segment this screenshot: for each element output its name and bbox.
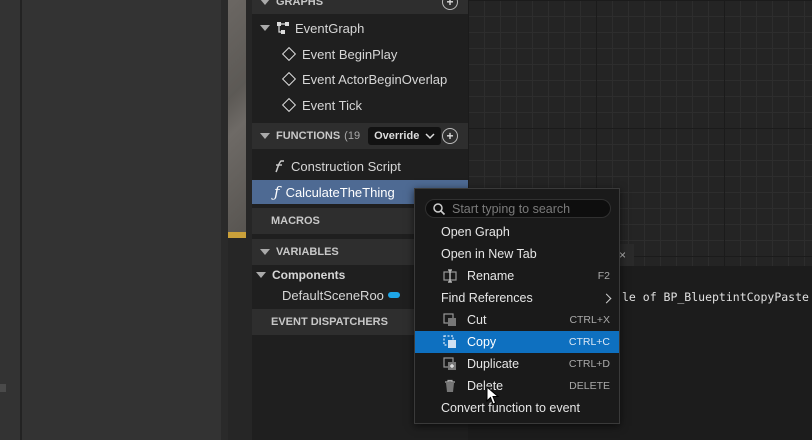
tree-item-event-graph[interactable]: EventGraph — [252, 16, 468, 40]
event-label: Event ActorBeginOverlap — [302, 71, 448, 87]
panel-gap — [228, 238, 252, 440]
graphs-header-label: GRAPHS — [276, 0, 324, 8]
menu-item-rename[interactable]: Rename F2 — [415, 265, 619, 287]
expand-triangle-icon[interactable] — [256, 272, 266, 278]
menu-item-cut[interactable]: Cut CTRL+X — [415, 309, 619, 331]
menu-item-shortcut: CTRL+D — [568, 358, 610, 370]
macros-header-label: MACROS — [271, 215, 320, 227]
cut-icon — [443, 313, 457, 327]
event-graph-label: EventGraph — [295, 20, 365, 36]
menu-search-input[interactable] — [452, 201, 602, 216]
event-label: Event Tick — [302, 97, 362, 113]
menu-item-delete[interactable]: Delete DELETE — [415, 375, 619, 397]
mouse-cursor-icon — [486, 386, 500, 405]
menu-item-shortcut: F2 — [597, 270, 610, 282]
menu-item-label: Open in New Tab — [441, 247, 537, 261]
add-function-icon[interactable]: + — [442, 128, 458, 144]
collapse-triangle-icon[interactable] — [260, 0, 270, 5]
function-label: Construction Script — [291, 158, 401, 174]
duplicate-icon — [443, 357, 457, 371]
expand-triangle-icon[interactable] — [260, 25, 270, 31]
context-menu: Open Graph Open in New Tab Rename F2 Fin… — [414, 188, 620, 424]
menu-item-copy[interactable]: Copy CTRL+C — [415, 331, 619, 353]
menu-item-label: Duplicate — [467, 357, 520, 371]
event-diamond-icon — [281, 97, 297, 113]
viewport-preview — [228, 0, 246, 238]
menu-item-label: Open Graph — [441, 225, 510, 239]
graphs-section-header[interactable]: GRAPHS + — [252, 0, 468, 14]
functions-header-label: FUNCTIONS — [276, 130, 341, 142]
tree-item-construction-script[interactable]: Construction Script — [252, 154, 468, 178]
menu-item-shortcut: CTRL+C — [568, 336, 610, 348]
menu-item-duplicate[interactable]: Duplicate CTRL+D — [415, 353, 619, 375]
tree-item-event-tick[interactable]: Event Tick — [252, 93, 468, 117]
log-line: le of BP_BlueptintCopyPaste — [622, 290, 809, 304]
event-dispatchers-header-label: EVENT DISPATCHERS — [271, 316, 388, 328]
submenu-arrow-icon — [601, 293, 612, 303]
rename-icon — [443, 269, 457, 283]
tree-item-event-actorbeginoverlap[interactable]: Event ActorBeginOverlap — [252, 67, 468, 91]
variables-header-label: VARIABLES — [276, 246, 339, 258]
menu-item-open-graph[interactable]: Open Graph — [415, 221, 619, 243]
event-diamond-icon — [281, 71, 297, 87]
close-icon[interactable]: × — [619, 248, 626, 262]
collapse-triangle-icon[interactable] — [260, 133, 270, 139]
menu-item-find-references[interactable]: Find References — [415, 287, 619, 309]
add-graph-icon[interactable]: + — [442, 0, 458, 10]
menu-item-label: Rename — [467, 269, 515, 283]
panel-splitter[interactable] — [221, 0, 228, 440]
menu-item-label: Convert function to event — [441, 401, 580, 415]
tree-item-event-beginplay[interactable]: Event BeginPlay — [252, 42, 468, 66]
menu-item-open-in-new-tab[interactable]: Open in New Tab — [415, 243, 619, 265]
menu-item-convert-function-to-event[interactable]: Convert function to event — [415, 397, 619, 419]
details-panel — [0, 0, 228, 440]
variable-type-pill — [387, 292, 400, 298]
menu-item-label: Cut — [467, 313, 487, 327]
functions-count: (19 — [344, 130, 361, 142]
override-dropdown[interactable]: Override — [368, 127, 442, 145]
event-diamond-icon — [281, 46, 297, 62]
event-label: Event BeginPlay — [302, 46, 398, 62]
scroll-nub[interactable] — [0, 384, 6, 392]
override-label: Override — [374, 130, 420, 142]
functions-section-header[interactable]: FUNCTIONS (19 Override + — [252, 123, 468, 149]
function-override-icon — [275, 160, 284, 173]
panel-divider — [20, 0, 22, 440]
event-graph-icon — [277, 22, 289, 34]
menu-item-label: Copy — [467, 335, 497, 349]
function-icon: ƒ — [274, 183, 280, 201]
copy-icon — [443, 335, 457, 349]
search-icon — [433, 202, 446, 215]
collapse-triangle-icon[interactable] — [260, 249, 270, 255]
menu-search-box[interactable] — [425, 199, 611, 218]
component-variable-label: DefaultSceneRoo — [282, 287, 384, 303]
menu-item-shortcut: CTRL+X — [569, 314, 610, 326]
components-label: Components — [272, 268, 346, 282]
menu-item-shortcut: DELETE — [569, 380, 610, 392]
function-label: CalculateTheThing — [285, 184, 395, 200]
chevron-down-icon — [425, 133, 435, 140]
menu-item-label: Find References — [441, 291, 533, 305]
trash-icon — [443, 379, 457, 393]
